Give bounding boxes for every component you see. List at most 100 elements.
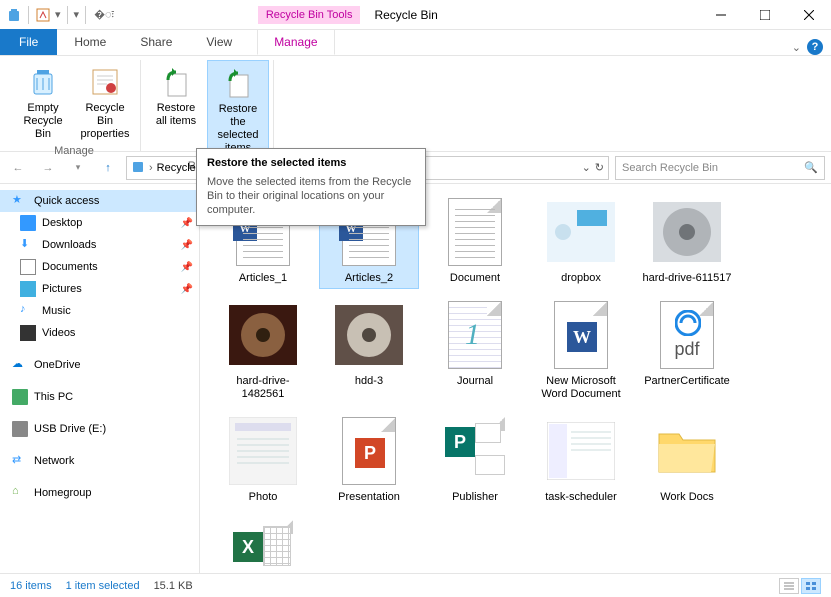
file-item[interactable]: PPublisher bbox=[425, 411, 525, 508]
restore-selected-button[interactable]: Restore the selected items bbox=[207, 60, 269, 158]
pictures-icon bbox=[20, 281, 36, 297]
file-list[interactable]: WArticles_1 WArticles_2 Document dropbox… bbox=[200, 184, 831, 573]
documents-icon bbox=[20, 259, 36, 275]
status-selected-count: 1 item selected bbox=[66, 580, 140, 592]
ribbon-help: ⌄ ? bbox=[792, 39, 823, 55]
empty-recycle-bin-button[interactable]: Empty Recycle Bin bbox=[12, 60, 74, 143]
sidebar-thispc[interactable]: This PC bbox=[0, 386, 199, 408]
sidebar-item-downloads[interactable]: ⬇Downloads📌 bbox=[0, 234, 199, 256]
search-input[interactable]: Search Recycle Bin 🔍 bbox=[615, 156, 825, 180]
file-item[interactable]: pdfPartnerCertificate bbox=[637, 295, 737, 405]
separator bbox=[85, 6, 86, 24]
usb-drive-icon bbox=[12, 421, 28, 437]
file-item[interactable]: Document bbox=[425, 192, 525, 289]
restore-selected-icon bbox=[222, 67, 254, 99]
status-item-count: 16 items bbox=[10, 580, 52, 592]
file-item[interactable]: dropbox bbox=[531, 192, 631, 289]
tab-view[interactable]: View bbox=[189, 29, 249, 55]
maximize-button[interactable] bbox=[743, 0, 787, 30]
minimize-button[interactable] bbox=[699, 0, 743, 30]
help-icon[interactable]: ? bbox=[807, 39, 823, 55]
restore-all-button[interactable]: Restore all items bbox=[145, 60, 207, 158]
close-button[interactable] bbox=[787, 0, 831, 30]
details-view-button[interactable] bbox=[779, 578, 799, 594]
image-thumb-icon bbox=[545, 415, 617, 487]
dropdown-arrow-icon[interactable]: ▾ bbox=[74, 8, 80, 21]
tab-share[interactable]: Share bbox=[123, 29, 189, 55]
download-icon: ⬇ bbox=[20, 237, 36, 253]
ribbon-tabs: File Home Share View Manage ⌄ ? bbox=[0, 30, 831, 56]
sidebar-usb[interactable]: USB Drive (E:) bbox=[0, 418, 199, 440]
file-item[interactable]: 1Journal bbox=[425, 295, 525, 405]
separator bbox=[28, 6, 29, 24]
image-thumb-icon bbox=[227, 415, 299, 487]
file-item[interactable]: PPresentation bbox=[319, 411, 419, 508]
up-button[interactable]: ↑ bbox=[96, 156, 120, 180]
ribbon: Empty Recycle Bin Recycle Bin properties… bbox=[0, 56, 831, 152]
pin-icon: 📌 bbox=[181, 240, 193, 251]
sidebar-onedrive[interactable]: ☁OneDrive bbox=[0, 354, 199, 376]
file-item[interactable]: Photo bbox=[213, 411, 313, 508]
window-controls bbox=[699, 0, 831, 30]
image-thumb-icon bbox=[545, 196, 617, 268]
quick-access-toolbar: ▾ ▾ �ः bbox=[0, 6, 120, 24]
address-dropdown-icon[interactable]: ⌄ bbox=[582, 161, 591, 174]
file-item[interactable]: task-scheduler bbox=[531, 411, 631, 508]
dropdown-arrow-icon[interactable]: ▾ bbox=[55, 8, 61, 21]
recycle-bin-icon bbox=[131, 159, 145, 176]
pin-icon: 📌 bbox=[181, 218, 193, 229]
onedrive-icon: ☁ bbox=[12, 357, 28, 373]
recycle-bin-icon bbox=[6, 7, 22, 23]
search-icon: 🔍 bbox=[804, 161, 818, 174]
recent-locations-button[interactable]: ▾ bbox=[66, 156, 90, 180]
collapse-ribbon-icon[interactable]: ⌄ bbox=[792, 41, 801, 54]
computer-icon bbox=[12, 389, 28, 405]
back-button[interactable]: ← bbox=[6, 156, 30, 180]
sidebar-item-music[interactable]: ♪Music bbox=[0, 300, 199, 322]
file-item[interactable]: Work Docs bbox=[637, 411, 737, 508]
image-thumb-icon bbox=[333, 299, 405, 371]
window-title: Recycle Bin bbox=[374, 8, 437, 22]
file-item[interactable]: WNew Microsoft Word Document bbox=[531, 295, 631, 405]
sidebar-homegroup[interactable]: ⌂Homegroup bbox=[0, 482, 199, 504]
pin-icon: 📌 bbox=[181, 262, 193, 273]
music-icon: ♪ bbox=[20, 303, 36, 319]
sidebar-item-documents[interactable]: Documents📌 bbox=[0, 256, 199, 278]
forward-button[interactable]: → bbox=[36, 156, 60, 180]
ribbon-group-restore: Restore all items Restore the selected i… bbox=[141, 60, 274, 151]
sidebar-item-desktop[interactable]: Desktop📌 bbox=[0, 212, 199, 234]
file-item[interactable]: hdd-3 bbox=[319, 295, 419, 405]
file-item[interactable]: XWorksheet bbox=[213, 514, 313, 573]
videos-icon bbox=[20, 325, 36, 341]
image-thumb-icon bbox=[651, 196, 723, 268]
main-area: ★ Quick access Desktop📌 ⬇Downloads📌 Docu… bbox=[0, 184, 831, 573]
contextual-tab-label: Recycle Bin Tools bbox=[258, 6, 361, 24]
properties-icon[interactable] bbox=[35, 7, 51, 23]
restore-all-icon bbox=[160, 66, 192, 98]
folder-icon bbox=[651, 415, 723, 487]
desktop-icon bbox=[20, 215, 36, 231]
tooltip-body: Move the selected items from the Recycle… bbox=[207, 175, 415, 217]
recycle-bin-properties-button[interactable]: Recycle Bin properties bbox=[74, 60, 136, 143]
tab-home[interactable]: Home bbox=[57, 29, 123, 55]
homegroup-icon: ⌂ bbox=[12, 485, 28, 501]
breadcrumb-segment[interactable]: Recycle bbox=[157, 162, 196, 174]
navigation-pane: ★ Quick access Desktop📌 ⬇Downloads📌 Docu… bbox=[0, 184, 200, 573]
star-icon: ★ bbox=[12, 193, 28, 209]
tab-manage[interactable]: Manage bbox=[257, 29, 334, 55]
large-icons-view-button[interactable] bbox=[801, 578, 821, 594]
refresh-icon[interactable]: ↻ bbox=[595, 161, 604, 174]
sidebar-network[interactable]: ⇄Network bbox=[0, 450, 199, 472]
tooltip: Restore the selected items Move the sele… bbox=[196, 148, 426, 226]
trash-icon bbox=[27, 66, 59, 98]
properties-sheet-icon bbox=[89, 66, 121, 98]
sidebar-item-videos[interactable]: Videos bbox=[0, 322, 199, 344]
title-bar: ▾ ▾ �ः Recycle Bin Tools Recycle Bin bbox=[0, 0, 831, 30]
pin-icon: 📌 bbox=[181, 284, 193, 295]
file-item[interactable]: hard-drive-611517 bbox=[637, 192, 737, 289]
tab-file[interactable]: File bbox=[0, 29, 57, 55]
sidebar-quick-access[interactable]: ★ Quick access bbox=[0, 190, 199, 212]
sidebar-item-pictures[interactable]: Pictures📌 bbox=[0, 278, 199, 300]
file-item[interactable]: hard-drive-1482561 bbox=[213, 295, 313, 405]
status-bar: 16 items 1 item selected 15.1 KB bbox=[0, 573, 831, 597]
